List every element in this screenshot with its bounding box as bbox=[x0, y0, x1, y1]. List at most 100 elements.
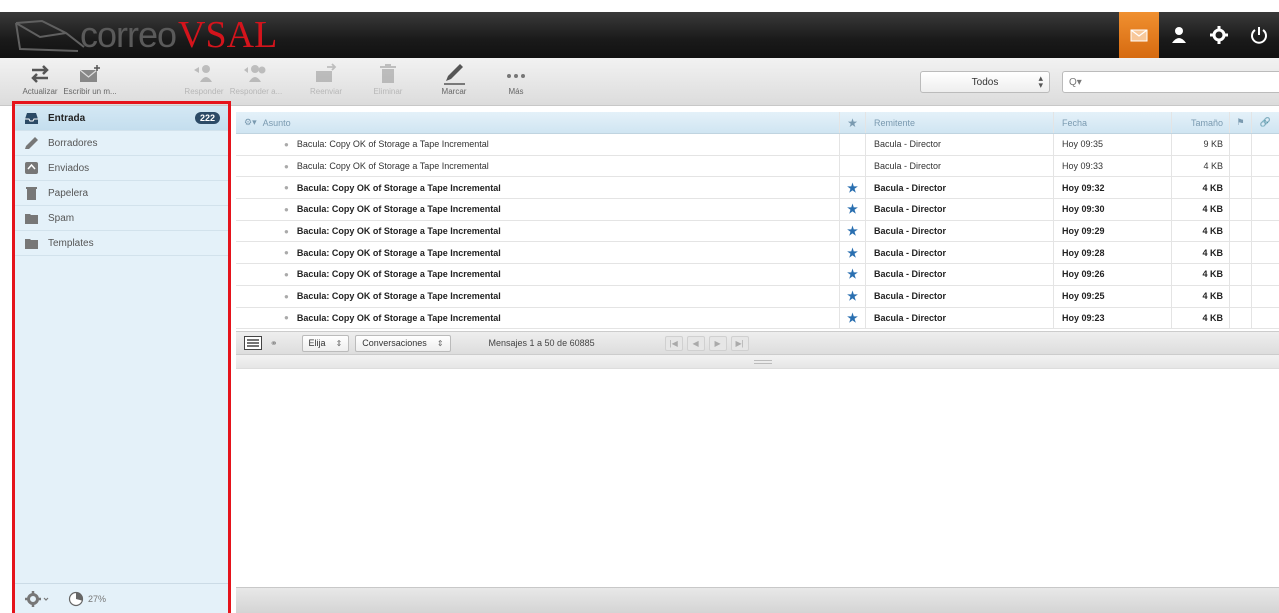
folder-item-spam[interactable]: Spam bbox=[14, 206, 228, 231]
header-actions bbox=[1119, 12, 1279, 58]
message-flag[interactable]: ★ bbox=[840, 177, 866, 199]
table-row[interactable]: ● Bacula: Copy OK of Storage a Tape Incre… bbox=[236, 177, 1279, 200]
message-status[interactable] bbox=[1230, 199, 1252, 220]
message-status[interactable] bbox=[1230, 285, 1252, 307]
pencil-icon bbox=[444, 64, 465, 85]
column-attachment[interactable]: 🔗 bbox=[1252, 112, 1279, 133]
message-status[interactable] bbox=[1230, 264, 1252, 285]
prev-page-icon[interactable]: ◀ bbox=[686, 335, 705, 351]
table-row[interactable]: ● Bacula: Copy OK of Storage a Tape Incre… bbox=[236, 307, 1279, 330]
message-toolbar: Actualizar Escribir un m... Responder Re… bbox=[0, 58, 1279, 106]
column-from[interactable]: Remitente bbox=[866, 112, 1054, 133]
message-status[interactable] bbox=[1230, 220, 1252, 242]
compose-icon bbox=[79, 65, 100, 82]
table-row[interactable]: ● Bacula: Copy OK of Storage a Tape Incre… bbox=[236, 199, 1279, 221]
message-status[interactable] bbox=[1230, 177, 1252, 199]
refresh-icon bbox=[31, 65, 49, 83]
folder-item-papelera[interactable]: Papelera bbox=[14, 181, 228, 206]
folder-item-entrada[interactable]: Entrada 222 bbox=[14, 106, 228, 131]
search-input[interactable]: Q▾ bbox=[1062, 71, 1279, 93]
table-row[interactable]: ● Bacula: Copy OK of Storage a Tape Incre… bbox=[236, 220, 1279, 243]
table-row[interactable]: ● Bacula: Copy OK of Storage a Tape Incre… bbox=[236, 285, 1279, 308]
message-status[interactable] bbox=[1230, 307, 1252, 329]
power-icon bbox=[1251, 27, 1267, 44]
search-icon: Q▾ bbox=[1069, 76, 1082, 88]
message-size: 4 KB bbox=[1172, 177, 1230, 199]
column-status[interactable]: ⚑ bbox=[1230, 112, 1252, 133]
message-flag[interactable]: ★ bbox=[840, 199, 866, 220]
settings-button[interactable] bbox=[1199, 12, 1239, 58]
message-date: Hoy 09:32 bbox=[1054, 177, 1172, 199]
delete-button[interactable]: Eliminar bbox=[362, 62, 414, 104]
thread-dot-icon: ● bbox=[284, 139, 289, 149]
message-subject: ● Bacula: Copy OK of Storage a Tape Incre… bbox=[236, 307, 840, 329]
first-page-icon[interactable]: |◀ bbox=[664, 335, 683, 351]
message-from: Bacula - Director bbox=[866, 134, 1054, 155]
table-row[interactable]: ● Bacula: Copy OK of Storage a Tape Incre… bbox=[236, 264, 1279, 286]
list-view-icon[interactable] bbox=[244, 336, 262, 350]
column-subject[interactable]: ⚙▾ Asunto bbox=[236, 112, 840, 133]
folder-sidebar: Entrada 222 Borradores Enviados Papelera… bbox=[14, 106, 228, 613]
message-status[interactable] bbox=[1230, 155, 1252, 177]
message-flag[interactable]: ★ bbox=[840, 242, 866, 264]
message-subject: ● Bacula: Copy OK of Storage a Tape Incre… bbox=[236, 155, 840, 177]
column-flag[interactable]: ★ bbox=[840, 112, 866, 133]
reply-all-button[interactable]: Responder a... bbox=[230, 62, 282, 104]
folder-item-borradores[interactable]: Borradores bbox=[14, 131, 228, 156]
message-date: Hoy 09:29 bbox=[1054, 220, 1172, 242]
star-icon: ★ bbox=[847, 310, 858, 325]
message-count: Mensajes 1 a 50 de 60885 bbox=[488, 338, 595, 348]
message-from: Bacula - Director bbox=[866, 220, 1054, 242]
message-flag[interactable]: ★ bbox=[840, 264, 866, 285]
refresh-button[interactable]: Actualizar bbox=[14, 62, 66, 104]
preview-splitter[interactable] bbox=[236, 355, 1279, 369]
table-row[interactable]: ● Bacula: Copy OK of Storage a Tape Incre… bbox=[236, 134, 1279, 156]
message-size: 4 KB bbox=[1172, 285, 1230, 307]
message-from: Bacula - Director bbox=[866, 307, 1054, 329]
table-row[interactable]: ● Bacula: Copy OK of Storage a Tape Incre… bbox=[236, 155, 1279, 178]
message-flag[interactable]: ★ bbox=[840, 220, 866, 242]
message-subject: ● Bacula: Copy OK of Storage a Tape Incre… bbox=[236, 285, 840, 307]
pager: |◀ ◀ ▶ ▶| bbox=[664, 335, 749, 351]
message-flag[interactable] bbox=[840, 134, 866, 155]
message-date: Hoy 09:28 bbox=[1054, 242, 1172, 264]
list-footer: ⚭ Elija ⇕ Conversaciones ⇕ Mensajes 1 a 50… bbox=[236, 331, 1279, 355]
folder-settings-gear-icon[interactable] bbox=[24, 590, 50, 608]
message-flag[interactable] bbox=[840, 155, 866, 177]
message-attachment bbox=[1252, 221, 1279, 242]
message-date: Hoy 09:25 bbox=[1054, 285, 1172, 307]
brand-logo[interactable]: correo VSAL bbox=[8, 14, 277, 56]
next-page-icon[interactable]: ▶ bbox=[708, 335, 727, 351]
compose-button[interactable]: Escribir un m... bbox=[63, 62, 117, 104]
last-page-icon[interactable]: ▶| bbox=[730, 335, 749, 351]
message-status[interactable] bbox=[1230, 242, 1252, 264]
logout-button[interactable] bbox=[1239, 12, 1279, 58]
select-arrows-icon: ▴ ▾ bbox=[1038, 73, 1043, 90]
forward-button[interactable]: Reenviar bbox=[300, 62, 352, 104]
reply-button[interactable]: Responder bbox=[178, 62, 230, 104]
folder-item-templates[interactable]: Templates bbox=[14, 231, 228, 256]
mark-button[interactable]: Marcar bbox=[428, 62, 480, 104]
folder-item-enviados[interactable]: Enviados bbox=[14, 156, 228, 181]
contacts-button[interactable] bbox=[1159, 12, 1199, 58]
list-options-gear-icon[interactable]: ⚙▾ bbox=[244, 117, 257, 128]
table-row[interactable]: ● Bacula: Copy OK of Storage a Tape Incre… bbox=[236, 242, 1279, 265]
column-size[interactable]: Tamaño bbox=[1172, 112, 1230, 133]
message-status[interactable] bbox=[1230, 134, 1252, 155]
star-icon: ★ bbox=[847, 245, 858, 260]
mail-button[interactable] bbox=[1119, 12, 1159, 58]
select-dropdown[interactable]: Elija ⇕ bbox=[301, 334, 350, 352]
message-size: 9 KB bbox=[1172, 134, 1230, 155]
message-size: 4 KB bbox=[1172, 242, 1230, 264]
message-flag[interactable]: ★ bbox=[840, 307, 866, 329]
thread-dot-icon: ● bbox=[284, 226, 289, 236]
threads-dropdown[interactable]: Conversaciones ⇕ bbox=[355, 334, 451, 352]
flag-column-icon: ⚑ bbox=[1236, 117, 1245, 127]
message-subject: ● Bacula: Copy OK of Storage a Tape Incre… bbox=[236, 134, 840, 155]
more-button[interactable]: Más bbox=[490, 62, 542, 104]
message-flag[interactable]: ★ bbox=[840, 285, 866, 307]
filter-select[interactable]: Todos ▴ ▾ bbox=[920, 71, 1050, 93]
thread-toggle-icon[interactable]: ⚭ bbox=[270, 338, 278, 349]
column-date[interactable]: Fecha bbox=[1054, 112, 1172, 133]
message-size: 4 KB bbox=[1172, 199, 1230, 220]
